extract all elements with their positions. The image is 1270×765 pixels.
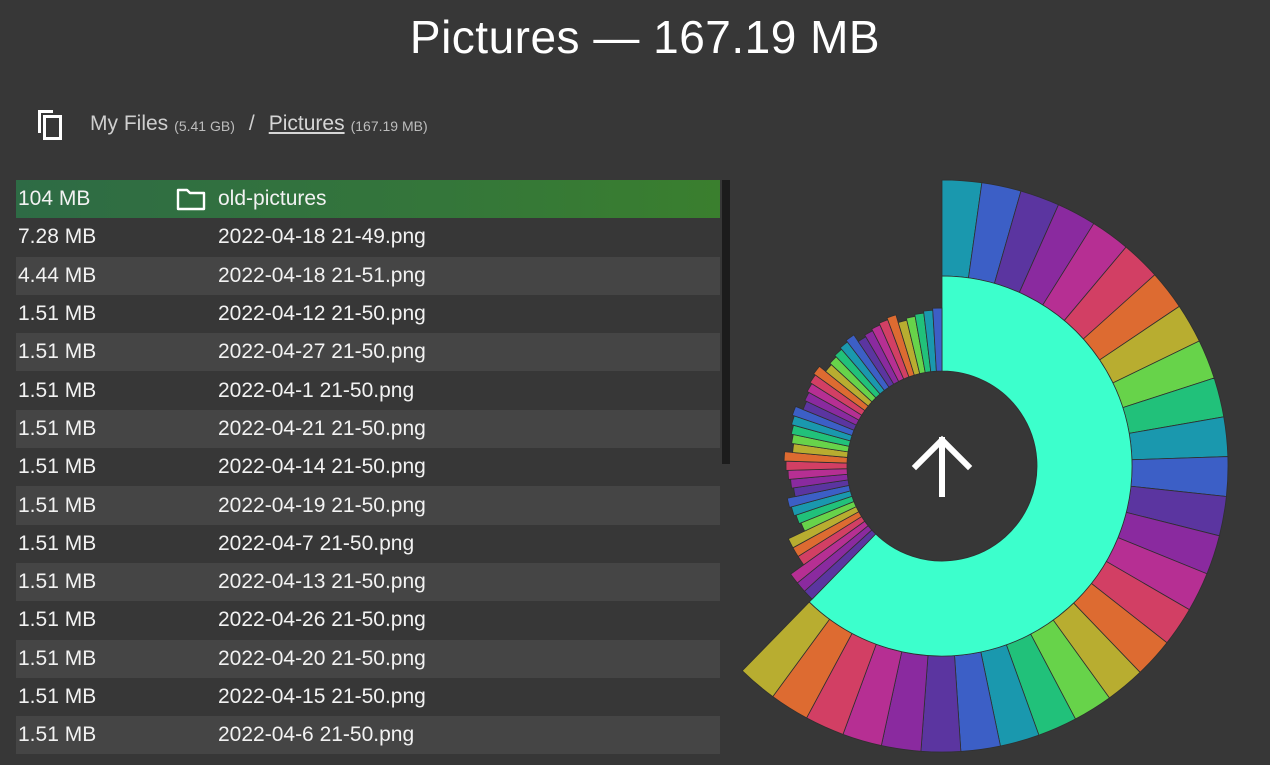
file-size: 4.44 MB (18, 263, 97, 287)
file-size: 1.51 MB (18, 340, 97, 364)
sunburst-chart (740, 170, 1240, 760)
file-name: 2022-04-14 21-50.png (218, 455, 426, 479)
file-size: 1.51 MB (18, 723, 97, 747)
file-row[interactable]: 1.51 MB 2022-04-15 21-50.png (16, 677, 720, 717)
file-row[interactable]: 1.51 MB 2022-04-1 21-50.png (16, 371, 720, 410)
file-size: 1.51 MB (18, 416, 97, 440)
file-row[interactable]: 7.28 MB 2022-04-18 21-49.png (16, 218, 720, 257)
file-size: 7.28 MB (18, 225, 97, 249)
breadcrumb-root-size: (5.41 GB) (174, 118, 235, 134)
file-row[interactable]: 1.51 MB 2022-04-6 21-50.png (16, 716, 720, 755)
file-name: 2022-04-18 21-49.png (218, 225, 426, 249)
file-name: 2022-04-13 21-50.png (218, 570, 426, 594)
file-row[interactable]: 1.51 MB 2022-04-7 21-50.png (16, 524, 720, 563)
file-name: 2022-04-12 21-50.png (218, 302, 426, 326)
page-title: Pictures — 167.19 MB (409, 11, 881, 63)
folder-row[interactable]: 104 MB old-pictures (16, 180, 720, 219)
file-name: 2022-04-26 21-50.png (218, 608, 426, 632)
file-row[interactable]: 1.51 MB 2022-04-27 21-50.png (16, 333, 720, 372)
file-row[interactable] (16, 754, 720, 760)
breadcrumb-separator: / (248, 112, 255, 135)
file-row[interactable]: 1.51 MB 2022-04-19 21-50.png (16, 486, 720, 525)
file-row[interactable]: 1.51 MB 2022-04-14 21-50.png (16, 448, 720, 487)
file-size: 1.51 MB (18, 685, 97, 708)
file-name: 2022-04-7 21-50.png (218, 531, 415, 555)
file-size: 1.51 MB (18, 302, 97, 326)
file-size: 104 MB (18, 187, 91, 211)
file-row[interactable]: 1.51 MB 2022-04-26 21-50.png (16, 601, 720, 640)
file-row[interactable]: 1.51 MB 2022-04-12 21-50.png (16, 294, 720, 334)
file-row[interactable]: 1.51 MB 2022-04-13 21-50.png (16, 562, 720, 602)
breadcrumb-root[interactable]: My Files (90, 112, 168, 136)
breadcrumb-current[interactable]: Pictures (269, 112, 345, 136)
file-size: 1.51 MB (18, 493, 97, 517)
file-row[interactable]: 4.44 MB 2022-04-18 21-51.png (16, 256, 720, 295)
file-size: 1.51 MB (18, 570, 97, 594)
file-row[interactable]: 1.51 MB 2022-04-21 21-50.png (16, 409, 720, 449)
file-size: 1.51 MB (18, 608, 97, 632)
file-name: 2022-04-27 21-50.png (218, 340, 426, 364)
file-size: 1.51 MB (18, 646, 97, 670)
breadcrumb-current-size: (167.19 MB) (350, 118, 428, 134)
file-name: 2022-04-1 21-50.png (218, 378, 415, 402)
file-row[interactable]: 1.51 MB 2022-04-20 21-50.png (16, 639, 720, 678)
file-name: 2022-04-21 21-50.png (218, 416, 426, 440)
file-size: 1.51 MB (18, 455, 97, 479)
folder-icon (164, 186, 218, 212)
file-list: 104 MB old-pictures 7.28 MB 2022-04-18 21-4… (16, 180, 720, 760)
file-name: 2022-04-15 21-50.png (218, 685, 426, 708)
copy-icon[interactable] (34, 106, 68, 142)
scrollbar[interactable] (722, 180, 730, 464)
file-name: 2022-04-20 21-50.png (218, 646, 426, 670)
file-size: 1.51 MB (18, 378, 97, 402)
file-name: old-pictures (218, 187, 327, 211)
file-size: 1.51 MB (18, 531, 97, 555)
file-name: 2022-04-6 21-50.png (218, 723, 415, 747)
file-name: 2022-04-19 21-50.png (218, 493, 426, 517)
breadcrumb: My Files (5.41 GB) / Pictures (167.19 MB… (34, 102, 428, 146)
file-name: 2022-04-18 21-51.png (218, 263, 426, 287)
